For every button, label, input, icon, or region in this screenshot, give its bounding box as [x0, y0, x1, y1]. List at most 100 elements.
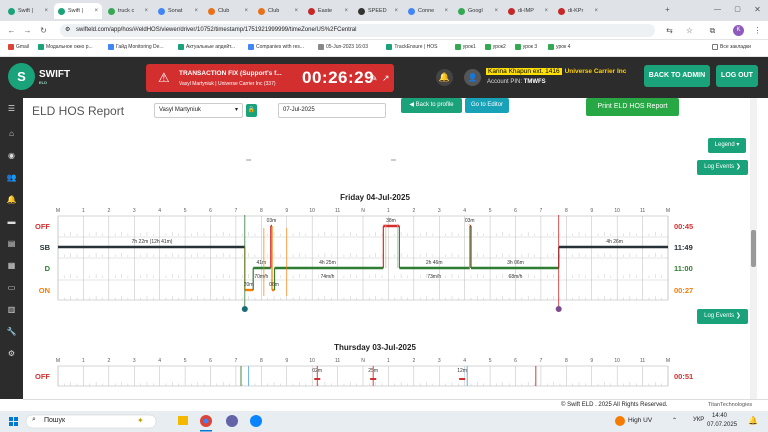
bookmark-item[interactable]: Companies with res...	[248, 44, 304, 50]
tab-close-icon[interactable]: ×	[144, 8, 148, 14]
browser-tab[interactable]: Swift | ×	[54, 3, 102, 19]
page-scrollbar-thumb[interactable]	[751, 230, 756, 267]
tab-close-icon[interactable]: ×	[394, 8, 398, 14]
browser-tab[interactable]: di-KPr ×	[554, 3, 602, 19]
bookmark-item[interactable]: урок 4	[548, 44, 570, 50]
extensions-icon[interactable]: ⧉	[707, 25, 718, 36]
alerts-icon[interactable]: 🔔	[6, 194, 17, 205]
language-indicator[interactable]: УКР	[693, 417, 704, 423]
back-arrow-icon[interactable]: ←	[6, 25, 17, 36]
new-tab-button[interactable]: +	[662, 4, 673, 15]
external-link-icon[interactable]: ↗	[382, 73, 390, 84]
chart-icon[interactable]: ▥	[6, 304, 17, 315]
url-field[interactable]: ⚙ swifteld.com/app/hos/#/eldHOS/viewer/d…	[60, 24, 655, 37]
chart-0-row-total-sb: 11:49	[674, 243, 693, 252]
chart-0-annotation: 06m	[269, 282, 279, 288]
browser-tab[interactable]: di-IMP ×	[504, 3, 552, 19]
settings-gear-icon[interactable]: ⚙	[6, 348, 17, 359]
bookmark-favicon-icon	[386, 44, 393, 50]
app-icon[interactable]	[226, 415, 238, 427]
browser-tab[interactable]: Swift | ×	[4, 3, 52, 19]
documents-icon[interactable]: ▦	[6, 260, 17, 271]
url-text: swifteld.com/app/hos/#/eldHOS/viewer/dri…	[76, 27, 357, 33]
tray-arrow-icon[interactable]: ⌃	[672, 417, 677, 424]
card-icon[interactable]: ▭	[6, 282, 17, 293]
tab-close-icon[interactable]: ×	[594, 8, 598, 14]
bookmark-item[interactable]: 05-Jun-2023 16:03	[318, 44, 368, 50]
logout-button[interactable]: LOG OUT	[716, 65, 758, 87]
forward-arrow-icon[interactable]: →	[22, 25, 33, 36]
file-explorer-icon[interactable]	[178, 416, 188, 425]
transaction-alert[interactable]: ⚠ TRANSACTION FIX (Support's f... Vasyl …	[146, 64, 394, 92]
browser-tab[interactable]: Googl ×	[454, 3, 502, 19]
bookmark-favicon-icon	[454, 44, 461, 50]
all-bookmarks[interactable]: Все закладки	[712, 44, 751, 50]
browser-tab-strip: Swift | × Swift | × truck c × Sonat × Club × Club ×…	[0, 0, 768, 21]
bookmark-item[interactable]: урок2	[484, 44, 506, 50]
tab-close-icon[interactable]: ×	[344, 8, 348, 14]
bookmark-item[interactable]: Gmail	[8, 44, 29, 50]
chart-1-hour-label: M	[666, 358, 670, 364]
chart-1-hour-label: 8	[260, 358, 263, 364]
tab-favicon-icon	[8, 7, 15, 15]
edit-icon[interactable]: ✎	[370, 73, 378, 84]
bookmark-item[interactable]: Актуальные апдейт...	[178, 44, 235, 50]
bookmark-item[interactable]: урок 3	[514, 44, 537, 50]
bookmark-favicon-icon	[8, 44, 14, 50]
reports-icon[interactable]: ▤	[6, 238, 17, 249]
truck-icon[interactable]: ▬	[6, 216, 17, 227]
windows-start-icon[interactable]	[9, 417, 18, 426]
site-info-icon[interactable]: ⚙	[65, 24, 70, 37]
tab-close-icon[interactable]: ×	[544, 8, 548, 14]
notifications-icon[interactable]: 🔔	[748, 416, 758, 425]
clock-time[interactable]: 14:40	[712, 413, 727, 419]
bookmark-item[interactable]: TrackEnsure | HOS	[386, 44, 437, 50]
browser-tab[interactable]: Sonat ×	[154, 3, 202, 19]
edge-icon[interactable]	[250, 415, 262, 427]
maximize-icon[interactable]: ▢	[732, 4, 743, 15]
chart-0-row-label-on: ON	[39, 286, 50, 295]
globe-icon[interactable]: ◉	[6, 150, 17, 161]
browser-tab[interactable]: Easte ×	[304, 3, 352, 19]
user-name: Karina Khapun ext. 1416	[486, 68, 562, 75]
home-icon[interactable]: ⌂	[6, 128, 17, 139]
bookmark-item[interactable]: Гайд Monitoring De...	[108, 44, 164, 50]
menu-icon[interactable]: ☰	[6, 103, 17, 114]
minimize-icon[interactable]: —	[712, 4, 723, 15]
notification-bell-icon[interactable]: 🔔	[436, 69, 453, 86]
tab-close-icon[interactable]: ×	[194, 8, 198, 14]
tab-close-icon[interactable]: ×	[444, 8, 448, 14]
tab-close-icon[interactable]: ×	[94, 8, 98, 14]
bookmark-label: урок 4	[556, 44, 571, 50]
wrench-icon[interactable]: 🔧	[6, 326, 17, 337]
chart-0-hour-label: 9	[285, 208, 288, 214]
browser-tab[interactable]: Club ×	[254, 3, 302, 19]
tab-close-icon[interactable]: ×	[494, 8, 498, 14]
users-icon[interactable]: 👥	[6, 172, 17, 183]
tab-close-icon[interactable]: ×	[44, 8, 48, 14]
profile-avatar[interactable]: K	[733, 25, 744, 36]
browser-menu-icon[interactable]: ⋮	[752, 25, 763, 36]
tab-close-icon[interactable]: ×	[244, 8, 248, 14]
browser-tab[interactable]: Conne ×	[404, 3, 452, 19]
browser-tab[interactable]: truck c ×	[104, 3, 152, 19]
back-to-admin-button[interactable]: BACK TO ADMIN	[644, 65, 710, 87]
bookmark-item[interactable]: урок1	[454, 44, 476, 50]
bookmark-star-icon[interactable]: ☆	[684, 25, 695, 36]
tab-close-icon[interactable]: ×	[294, 8, 298, 14]
close-window-icon[interactable]: ✕	[752, 4, 763, 15]
reload-icon[interactable]: ↻	[38, 25, 49, 36]
clock-date[interactable]: 07.07.2025	[707, 422, 737, 428]
chart-0-hour-label: 11	[335, 208, 340, 214]
swift-logo[interactable]: S SWIFT ELD	[8, 63, 70, 90]
user-avatar[interactable]: 👤	[464, 69, 481, 86]
chart-0-annotation: 03m	[267, 218, 277, 224]
browser-tab[interactable]: Club ×	[204, 3, 252, 19]
chart-0-hour-label: 11	[640, 208, 645, 214]
end-marker-icon	[555, 306, 562, 312]
browser-tab[interactable]: SPEED ×	[354, 3, 402, 19]
bookmark-item[interactable]: Модальное окно р...	[38, 44, 93, 50]
weather-icon[interactable]	[615, 416, 625, 426]
copilot-sparkle-icon[interactable]: ✦	[137, 416, 144, 425]
translate-icon[interactable]: ⇆	[664, 25, 675, 36]
